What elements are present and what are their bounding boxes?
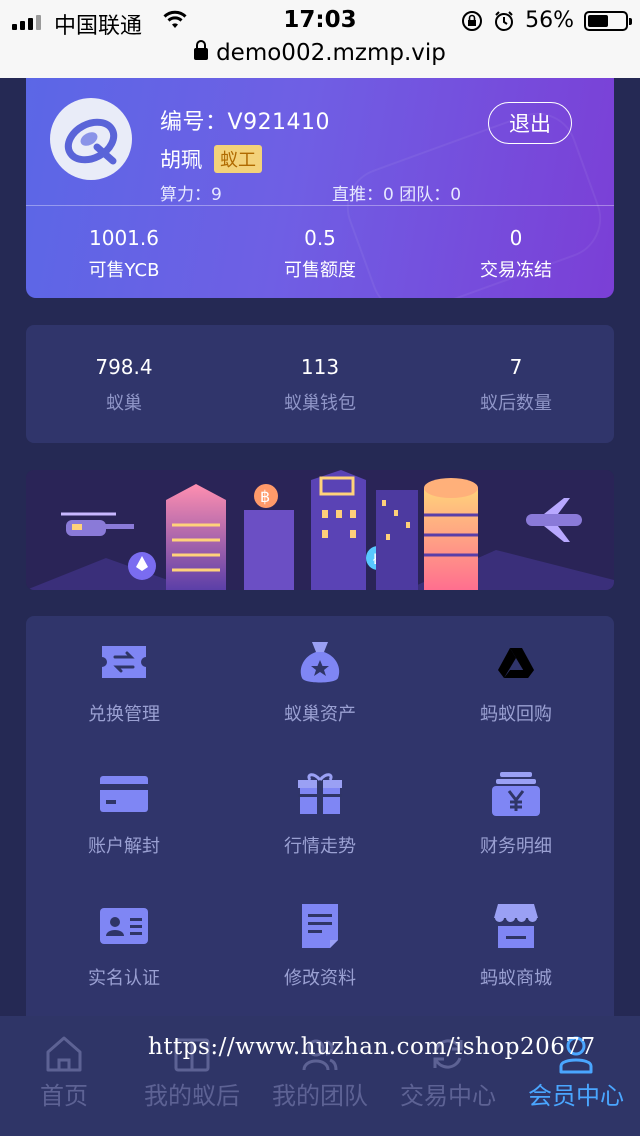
stat-queen-count[interactable]: 7 蚁后数量 (418, 355, 614, 415)
battery-percent: 56% (525, 8, 574, 33)
avatar (50, 98, 132, 180)
menu-nest-assets[interactable]: 蚁巢资产 (222, 616, 418, 748)
stat-nest-wallet[interactable]: 113 蚁巢钱包 (222, 355, 418, 415)
metric-sellable-ycb: 1001.6 可售YCB (88, 226, 160, 281)
gift-box-icon (298, 773, 342, 814)
svg-text:฿: ฿ (260, 487, 270, 506)
home-icon (46, 1036, 82, 1072)
exchange-ticket-icon (102, 646, 146, 678)
logout-button[interactable]: 退出 (488, 102, 572, 144)
profile-card: 编号：V921410 胡珮 蚁工 算力：9 直推：0 团队：0 退出 1001.… (26, 78, 614, 298)
role-badge: 蚁工 (214, 145, 262, 173)
status-bar: 中国联通 17:03 56% demo002.mzmp.vip (0, 0, 640, 78)
lock-icon (194, 40, 209, 60)
menu-real-name-verification[interactable]: 实名认证 (26, 880, 222, 1012)
battery-icon (584, 10, 632, 31)
menu-exchange-management[interactable]: 兑换管理 (26, 616, 222, 748)
app-logo-icon (64, 118, 118, 165)
nest-stats-card: 798.4 蚁巢 113 蚁巢钱包 7 蚁后数量 (26, 325, 614, 443)
address-bar[interactable]: demo002.mzmp.vip (0, 40, 640, 66)
crypto-city-illustration: ฿ Ł (26, 470, 614, 590)
document-edit-icon (302, 904, 338, 948)
menu-ant-buyback[interactable]: 蚂蚁回购 (418, 616, 614, 748)
divider (26, 205, 614, 206)
stat-nest[interactable]: 798.4 蚁巢 (26, 355, 222, 415)
power-stat: 算力：9 (160, 185, 222, 205)
menu-account-unblock[interactable]: 账户解封 (26, 748, 222, 880)
id-card-icon (100, 908, 148, 944)
watermark-text: https://www.huzhan.com/ishop20677 (148, 1034, 596, 1060)
promo-banner[interactable]: ฿ Ł (26, 470, 614, 590)
menu-grid: 兑换管理 蚁巢资产 蚂蚁回购 账户解封 行情走势 财务明细 实名认证 修改资料 … (26, 616, 614, 1026)
member-name: 胡珮 (160, 148, 202, 172)
menu-financial-details[interactable]: 财务明细 (418, 748, 614, 880)
tab-home[interactable]: 首页 (0, 1016, 128, 1136)
member-id: 编号：V921410 (160, 110, 331, 135)
metric-frozen: 0 交易冻结 (480, 226, 552, 281)
url-text: demo002.mzmp.vip (216, 40, 446, 66)
referral-stat: 直推：0 团队：0 (332, 185, 462, 205)
metric-sellable-quota: 0.5 可售额度 (284, 226, 356, 281)
menu-ant-mall[interactable]: 蚂蚁商城 (418, 880, 614, 1012)
yen-wallet-icon (492, 772, 540, 816)
google-drive-icon (498, 648, 534, 678)
shop-awning-icon (493, 904, 539, 948)
menu-market-trend[interactable]: 行情走势 (222, 748, 418, 880)
money-bag-icon (300, 642, 340, 683)
alarm-icon (495, 10, 514, 31)
orientation-lock-icon (462, 10, 483, 31)
member-name-row: 胡珮 蚁工 (160, 144, 262, 174)
menu-edit-profile[interactable]: 修改资料 (222, 880, 418, 1012)
credit-card-icon (100, 776, 148, 812)
